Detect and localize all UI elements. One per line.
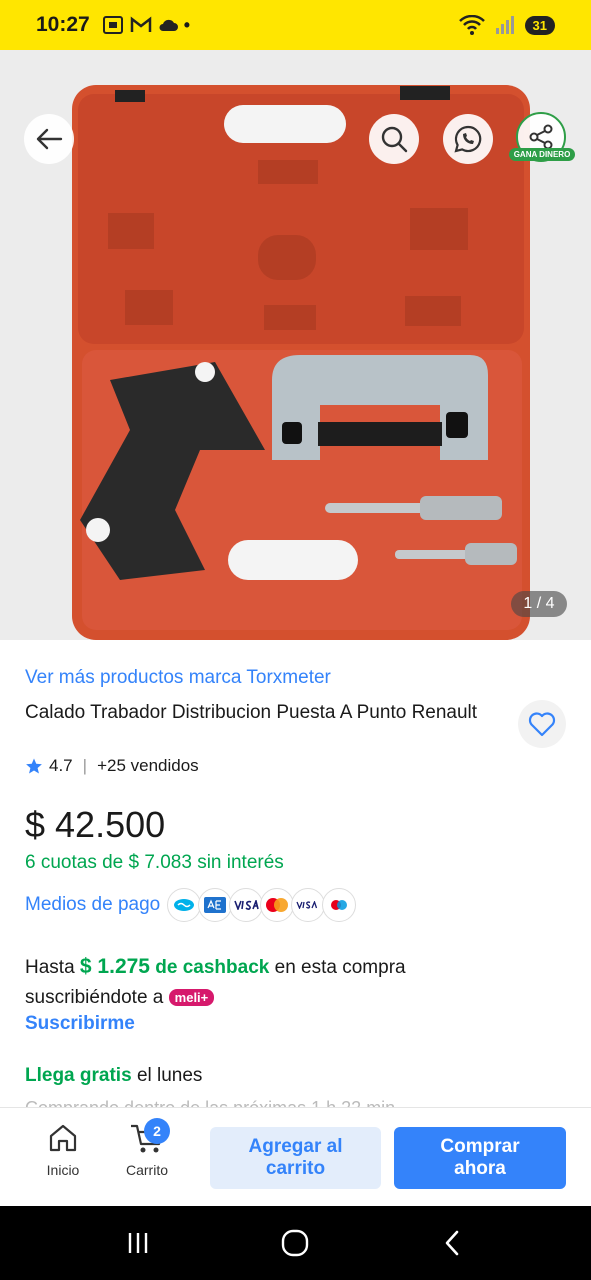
rating-separator: | <box>82 756 88 775</box>
mastercard-icon <box>260 888 295 922</box>
bottom-action-bar: Inicio Carrito 2 Agregar al carrito Comp… <box>0 1107 591 1206</box>
nav-home[interactable]: Inicio <box>23 1122 103 1178</box>
cashback-prefix: Hasta <box>25 957 75 978</box>
cashback-info: Hasta $ 1.275 de cashback en esta compra… <box>25 952 455 1013</box>
arrow-left-icon <box>36 128 63 150</box>
visa-debito-icon <box>291 888 326 922</box>
payment-logos <box>167 888 357 922</box>
amex-icon <box>198 888 233 922</box>
product-image <box>72 85 530 640</box>
meli-plus-badge: meli+ <box>168 989 215 1007</box>
favorite-button[interactable] <box>518 700 566 748</box>
shipping-date: el lunes <box>136 1065 203 1086</box>
nav-cart-label: Carrito <box>125 1162 168 1178</box>
subscribe-link[interactable]: Suscribirme <box>25 1013 135 1035</box>
share-icon <box>529 124 553 150</box>
nav-home-label: Inicio <box>46 1162 80 1178</box>
system-navigation-bar <box>0 1206 591 1280</box>
whatsapp-share-button[interactable] <box>443 114 493 164</box>
signal-icon <box>495 16 514 34</box>
image-counter: 1 / 4 <box>511 591 567 617</box>
buy-now-button[interactable]: Comprar ahora <box>394 1127 566 1189</box>
gana-dinero-badge: GANA DINERO <box>509 148 575 161</box>
dot-icon: • <box>183 14 191 35</box>
cashback-label: de cashback <box>155 957 270 978</box>
brand-link[interactable]: Ver más productos marca Torxmeter <box>25 667 331 689</box>
star-icon <box>26 758 42 774</box>
cashback-amount: $ 1.275 <box>79 955 150 978</box>
heart-icon <box>528 712 556 737</box>
add-to-cart-button[interactable]: Agregar al carrito <box>210 1127 381 1189</box>
screenshot-icon <box>102 16 123 34</box>
rating-value: 4.7 <box>49 756 73 775</box>
search-icon <box>381 126 408 153</box>
mercadopago-icon <box>167 888 202 922</box>
status-bar: 10:27 • 31 <box>0 0 591 50</box>
payment-methods-link[interactable]: Medios de pago <box>25 894 160 916</box>
search-button[interactable] <box>369 114 419 164</box>
home-icon <box>49 1124 77 1152</box>
rating-row: 4.7 | +25 vendidos <box>25 756 199 776</box>
visa-icon <box>229 888 264 922</box>
payment-methods-row[interactable]: Medios de pago <box>25 888 357 922</box>
back-button[interactable] <box>24 114 74 164</box>
back-nav-icon[interactable] <box>439 1229 467 1257</box>
wifi-icon <box>458 15 485 35</box>
recent-apps-icon[interactable] <box>124 1229 152 1257</box>
shipping-info: Llega gratis el lunes <box>25 1065 202 1087</box>
maestro-icon <box>322 888 357 922</box>
gmail-icon <box>130 16 151 32</box>
installments-text: 6 cuotas de $ 7.083 sin interés <box>25 852 284 873</box>
battery-indicator: 31 <box>524 15 555 35</box>
shipping-free-label: Llega gratis <box>25 1065 132 1086</box>
home-circle-icon[interactable] <box>280 1228 310 1258</box>
clock: 10:27 <box>36 13 90 36</box>
product-title: Calado Trabador Distribucion Puesta A Pu… <box>25 702 478 723</box>
cloud-icon <box>159 19 178 31</box>
notification-icons: • <box>102 15 190 36</box>
sold-count: +25 vendidos <box>97 756 199 775</box>
whatsapp-icon <box>454 125 482 153</box>
cart-count-badge: 2 <box>144 1118 170 1144</box>
price: $ 42.500 <box>25 804 166 845</box>
product-image-gallery[interactable]: GANA DINERO 1 / 4 <box>0 50 591 640</box>
